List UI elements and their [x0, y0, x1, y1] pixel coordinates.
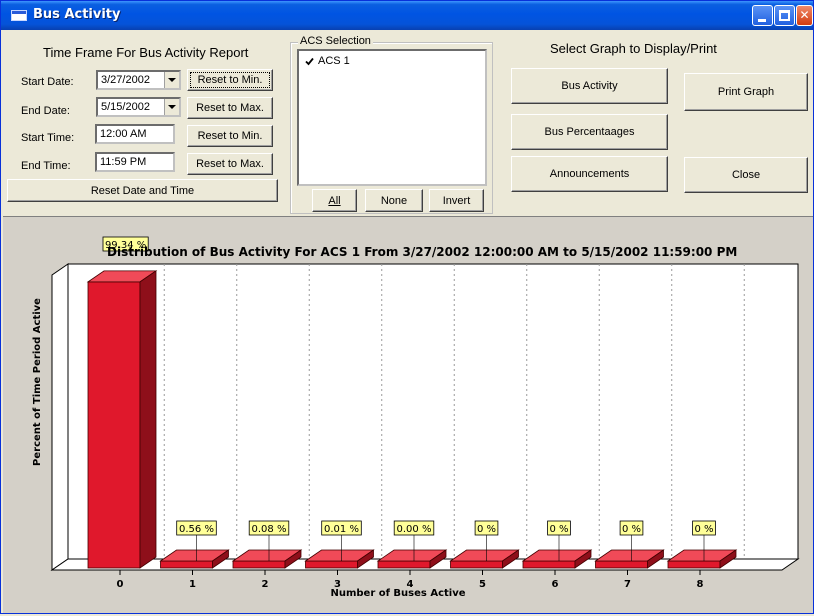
- end-time-field[interactable]: 11:59 PM: [95, 152, 175, 172]
- select-all-label: All: [328, 194, 341, 207]
- window-icon: [11, 10, 27, 21]
- chart-x-axis-label: Number of Buses Active: [330, 588, 465, 599]
- select-all-button[interactable]: All: [312, 189, 357, 212]
- minimize-button[interactable]: [752, 5, 773, 26]
- x-tick-label: 1: [189, 579, 196, 590]
- chart-plot-area: [67, 263, 799, 560]
- bar: [160, 560, 213, 569]
- x-tick-label: 7: [624, 579, 631, 590]
- data-label: 0 %: [694, 524, 713, 535]
- maximize-button[interactable]: [774, 5, 795, 26]
- bus-percentages-button[interactable]: Bus Percentaages: [511, 114, 668, 150]
- bar-side: [139, 270, 157, 569]
- x-tick-label: 0: [117, 579, 124, 590]
- data-label: 0 %: [477, 524, 496, 535]
- bar: [305, 560, 358, 569]
- print-graph-button[interactable]: Print Graph: [684, 73, 808, 111]
- graph-select-heading: Select Graph to Display/Print: [550, 41, 717, 56]
- start-time-field[interactable]: 12:00 AM: [95, 124, 175, 144]
- bar: [522, 560, 576, 569]
- x-tick-label: 8: [697, 579, 704, 590]
- bus-activity-chart: 99.34 %0.56 % 0.08 % 0.01 % 0.00 % 0 % 0 % 0 %…: [32, 236, 800, 599]
- maximize-icon: [779, 10, 790, 21]
- start-date-label: Start Date:: [21, 76, 74, 88]
- reset-start-date-button[interactable]: Reset to Min.: [187, 69, 273, 91]
- bar: [87, 281, 141, 569]
- chart-x-ticks: 012345678: [117, 570, 704, 590]
- reset-date-time-button[interactable]: Reset Date and Time: [7, 179, 278, 202]
- end-date-value: 5/15/2002: [101, 101, 150, 113]
- reset-start-time-button[interactable]: Reset to Min.: [187, 125, 273, 147]
- data-label: 0 %: [622, 524, 641, 535]
- bar: [450, 560, 503, 569]
- data-label: 0.00 %: [397, 524, 432, 535]
- select-none-button[interactable]: None: [365, 189, 423, 212]
- invert-label: Invert: [442, 194, 471, 207]
- end-date-picker[interactable]: 5/15/2002: [96, 97, 181, 117]
- data-label: 0.01 %: [324, 524, 359, 535]
- timeframe-heading: Time Frame For Bus Activity Report: [43, 45, 249, 60]
- list-item[interactable]: ACS 1: [304, 55, 350, 67]
- chevron-down-icon[interactable]: [164, 99, 179, 115]
- announcements-button[interactable]: Announcements: [511, 156, 668, 192]
- acs-item-label: ACS 1: [318, 55, 350, 67]
- data-label: 0.08 %: [252, 524, 287, 535]
- window-title: Bus Activity: [33, 7, 121, 22]
- bar: [232, 560, 286, 569]
- bus-activity-button[interactable]: Bus Activity: [511, 68, 668, 104]
- bus-activity-window: Bus Activity ✕ Time Frame For Bus Activi…: [0, 0, 814, 614]
- title-bar[interactable]: Bus Activity ✕: [1, 1, 813, 30]
- reset-end-time-button[interactable]: Reset to Max.: [187, 153, 273, 175]
- chart-panel: 99.34 % 0.56 % 0.08 % 0.01 % 0.00 % 0 % 0 % 0 %…: [3, 216, 813, 613]
- chart-left-wall: [51, 263, 69, 571]
- acs-selection-title: ACS Selection: [298, 35, 373, 47]
- end-date-label: End Date:: [21, 105, 70, 117]
- start-date-picker[interactable]: 3/27/2002: [96, 70, 181, 90]
- minimize-icon: [758, 19, 766, 22]
- close-button[interactable]: Close: [684, 157, 808, 193]
- chevron-down-icon[interactable]: [164, 72, 179, 88]
- reset-end-date-button[interactable]: Reset to Max.: [187, 97, 273, 119]
- bar: [377, 560, 431, 569]
- close-icon: ✕: [799, 8, 810, 22]
- data-label: 0 %: [549, 524, 568, 535]
- chart-title: Distribution of Bus Activity For ACS 1 F…: [107, 245, 737, 259]
- start-time-label: Start Time:: [21, 132, 75, 144]
- x-tick-label: 6: [552, 579, 559, 590]
- invert-selection-button[interactable]: Invert: [429, 189, 484, 212]
- bar: [667, 560, 721, 569]
- select-none-label: None: [380, 194, 408, 207]
- close-window-button[interactable]: ✕: [796, 5, 813, 26]
- x-tick-label: 2: [262, 579, 269, 590]
- bar: [595, 560, 648, 569]
- data-label: 0.56 %: [179, 524, 214, 535]
- acs-listbox[interactable]: ACS 1: [297, 49, 487, 186]
- checkbox-checked-icon[interactable]: [304, 56, 315, 67]
- end-time-label: End Time:: [21, 160, 71, 172]
- chart-y-axis-label: Percent of Time Period Active: [32, 298, 43, 466]
- x-tick-label: 5: [479, 579, 486, 590]
- start-date-value: 3/27/2002: [101, 74, 150, 86]
